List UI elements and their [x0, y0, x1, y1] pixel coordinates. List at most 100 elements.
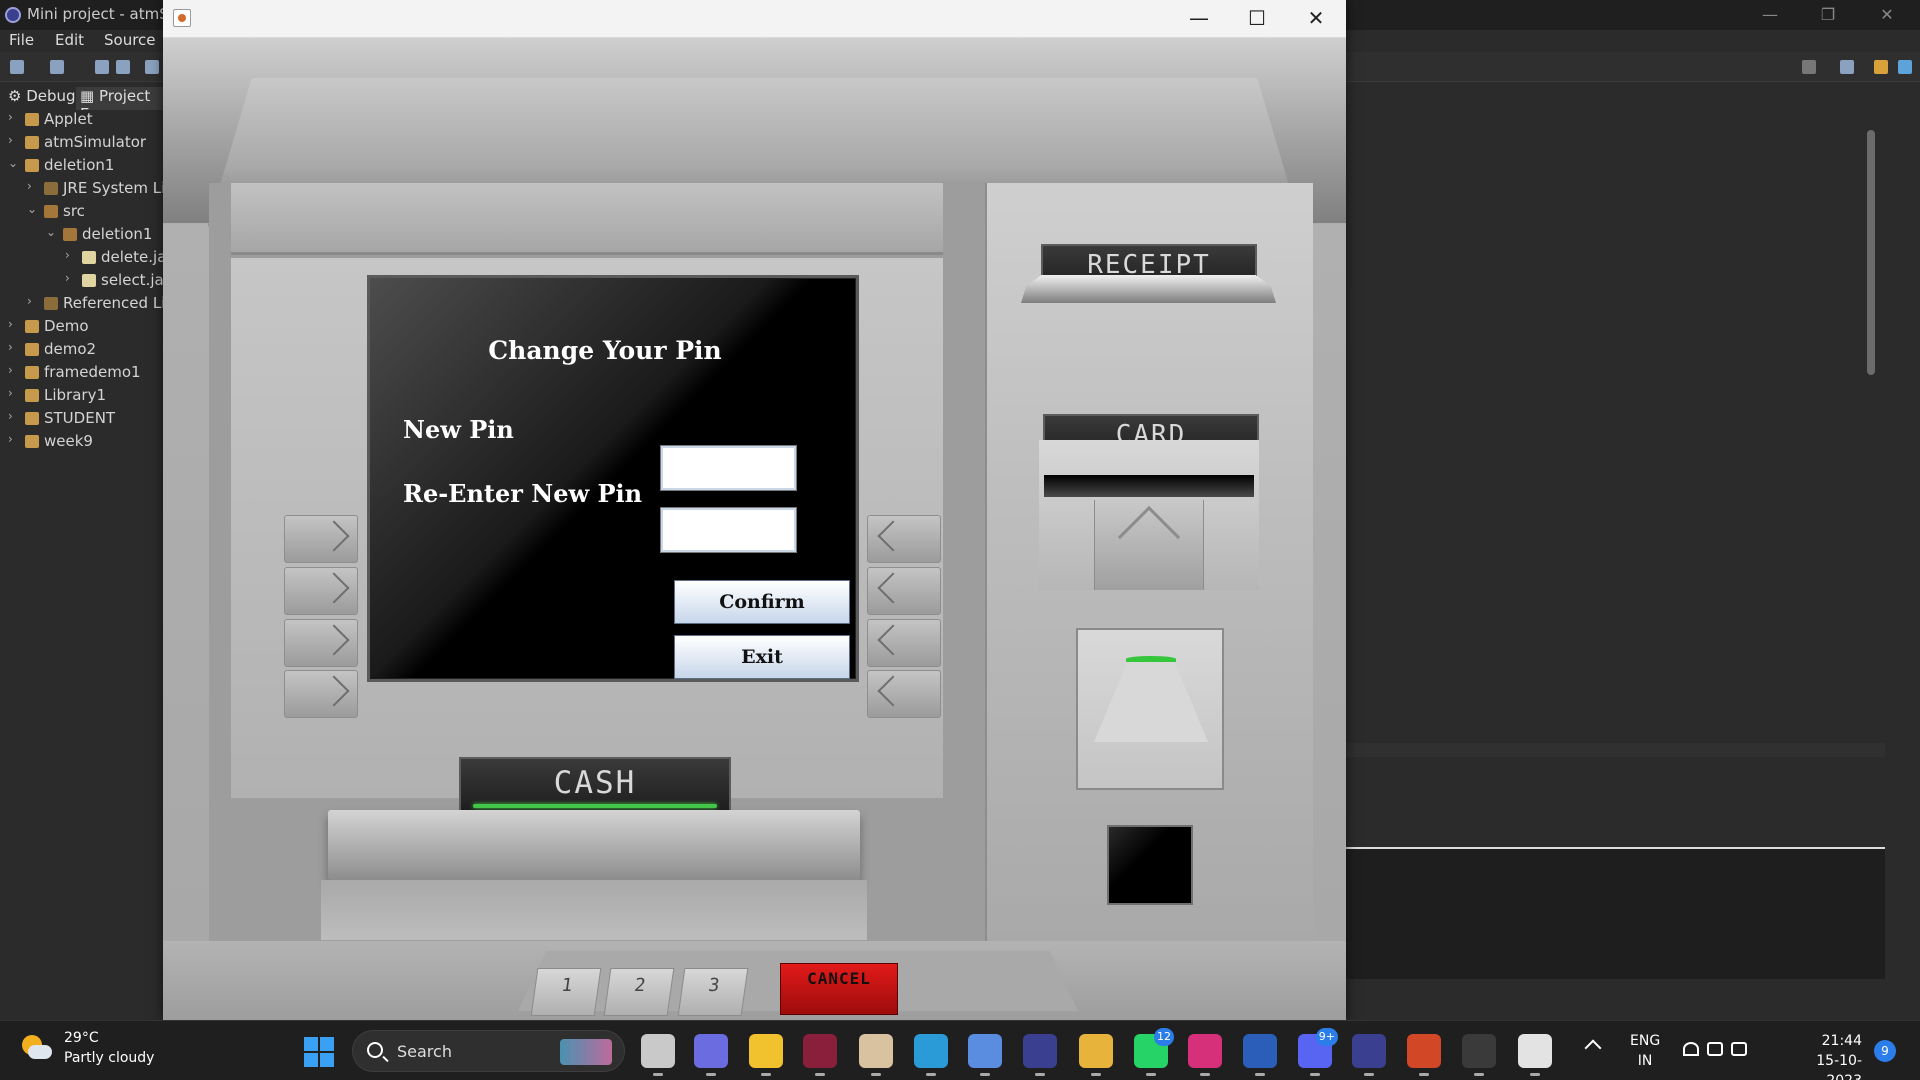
left-side-key-1[interactable] [284, 515, 358, 563]
eclipse-minimize-button[interactable]: — [1748, 2, 1792, 28]
left-side-key-4[interactable] [284, 670, 358, 718]
console-toolbar [1345, 795, 1920, 845]
file-explorer-icon[interactable] [749, 1034, 783, 1076]
word-icon[interactable] [1243, 1034, 1277, 1076]
chevron-right-icon [318, 520, 350, 552]
chevron-right-icon[interactable]: › [8, 432, 13, 446]
search-icon[interactable] [1802, 60, 1816, 74]
chevron-right-icon[interactable]: › [27, 294, 32, 308]
reenter-pin-input[interactable] [660, 507, 797, 553]
battery-icon[interactable] [1731, 1042, 1747, 1056]
java-icon[interactable] [1518, 1034, 1552, 1076]
debug-perspective-icon[interactable] [1898, 60, 1912, 74]
chevron-down-icon[interactable]: ⌄ [27, 202, 37, 216]
system-tray-icons[interactable] [1683, 1040, 1751, 1060]
chevron-right-icon[interactable]: › [27, 179, 32, 193]
whatsapp-icon[interactable]: 12 [1134, 1028, 1174, 1076]
card-reader[interactable] [1039, 440, 1259, 590]
app-badge: 9+ [1315, 1028, 1338, 1046]
volume-icon[interactable] [1707, 1042, 1723, 1056]
chevron-right-icon[interactable]: › [8, 340, 13, 354]
right-side-key-4[interactable] [867, 670, 941, 718]
discord-icon[interactable]: 9+ [1298, 1028, 1338, 1076]
chevron-right-icon[interactable]: › [8, 363, 13, 377]
wifi-icon[interactable] [1683, 1042, 1699, 1056]
windows-start-icon[interactable] [304, 1037, 334, 1067]
media-app-icon[interactable] [803, 1034, 837, 1076]
project-explorer-tree: › Applet › atmSimulator ⌄ deletion1 › JRE Syste… [0, 110, 165, 1015]
left-side-key-3[interactable] [284, 619, 358, 667]
right-side-key-1[interactable] [867, 515, 941, 563]
menu-source[interactable]: Source [104, 31, 156, 49]
cash-slot-lip [321, 880, 867, 940]
chevron-right-icon[interactable]: › [8, 133, 13, 147]
meet-icon[interactable] [694, 1034, 728, 1076]
atm-window-titlebar: — ☐ ✕ [163, 0, 1346, 38]
atm-close-button[interactable]: ✕ [1287, 0, 1345, 38]
powerpoint-icon[interactable] [1407, 1034, 1441, 1076]
taskbar-search-box[interactable]: Search [352, 1030, 625, 1072]
save-icon[interactable] [95, 60, 109, 74]
chevron-right-icon[interactable]: › [8, 386, 13, 400]
perspective-icon[interactable] [1840, 60, 1854, 74]
chevron-right-icon[interactable]: › [65, 271, 70, 285]
reenter-pin-label: Re-Enter New Pin [403, 479, 643, 508]
editor-scrollbar[interactable] [1867, 130, 1875, 375]
exit-button[interactable]: Exit [674, 635, 850, 679]
chevron-right-icon[interactable]: › [8, 317, 13, 331]
atm-minimize-button[interactable]: — [1170, 0, 1228, 38]
chevron-right-icon[interactable]: › [8, 409, 13, 423]
keypad-key-3[interactable]: 3 [677, 968, 749, 1016]
chevron-right-icon[interactable]: › [65, 248, 70, 262]
scanner-light-icon [1126, 656, 1176, 662]
save-all-icon[interactable] [116, 60, 130, 74]
cash-panel: CASH [459, 757, 731, 815]
keypad-key-1[interactable]: 1 [530, 968, 602, 1016]
right-side-key-2[interactable] [867, 567, 941, 615]
editor-horizontal-scrollbar[interactable] [1345, 743, 1885, 757]
eclipse-right-trim [1895, 82, 1920, 982]
right-side-key-3[interactable] [867, 619, 941, 667]
language-indicator[interactable]: ENG IN [1630, 1031, 1660, 1071]
chevron-down-icon[interactable]: ⌄ [8, 156, 18, 170]
eclipse-icon[interactable] [1023, 1034, 1057, 1076]
project-icon [25, 320, 39, 333]
eclipse-close-button[interactable]: ✕ [1865, 2, 1909, 28]
change-pin-title: Change Your Pin [488, 336, 722, 365]
cancel-key[interactable]: CANCEL [780, 963, 898, 1015]
eclipse-restore-button[interactable]: ❐ [1806, 2, 1850, 28]
edge-icon[interactable] [914, 1034, 948, 1076]
java-file-icon [82, 251, 96, 264]
atm-maximize-button[interactable]: ☐ [1228, 0, 1286, 38]
java-app-icon [173, 9, 191, 27]
tree-item-label: deletion1 [82, 225, 153, 243]
clock[interactable]: 21:44 15-10-2023 [1782, 1031, 1862, 1080]
instagram-icon[interactable] [1188, 1034, 1222, 1076]
photos-app-icon[interactable] [859, 1034, 893, 1076]
menu-file[interactable]: File [9, 31, 34, 49]
chevron-down-icon[interactable]: ⌄ [46, 225, 56, 239]
left-side-key-2[interactable] [284, 567, 358, 615]
source-folder-icon [44, 205, 58, 218]
chevron-right-icon[interactable]: › [8, 110, 13, 124]
open-icon[interactable] [50, 60, 64, 74]
java-file-icon [82, 274, 96, 287]
vpn-icon[interactable] [968, 1034, 1002, 1076]
tab-debug[interactable]: ⚙ Debug [8, 87, 76, 105]
chrome-icon[interactable] [1079, 1034, 1113, 1076]
partly-cloudy-icon[interactable] [22, 1035, 52, 1063]
menu-edit[interactable]: Edit [55, 31, 84, 49]
undo-icon[interactable] [145, 60, 159, 74]
confirm-button[interactable]: Confirm [674, 580, 850, 624]
new-icon[interactable] [10, 60, 24, 74]
weather-description[interactable]: Partly cloudy [64, 1050, 154, 1066]
new-pin-input[interactable] [660, 445, 797, 491]
terminal-icon[interactable] [1462, 1034, 1496, 1076]
eclipse-icon-2[interactable] [1352, 1034, 1386, 1076]
keypad-key-2[interactable]: 2 [603, 968, 675, 1016]
weather-temperature[interactable]: 29°C [64, 1030, 99, 1046]
java-perspective-icon[interactable] [1874, 60, 1888, 74]
notification-count-badge[interactable]: 9 [1874, 1040, 1896, 1062]
tree-item-label: select.jav [101, 271, 165, 289]
task-view-icon[interactable] [641, 1034, 675, 1076]
